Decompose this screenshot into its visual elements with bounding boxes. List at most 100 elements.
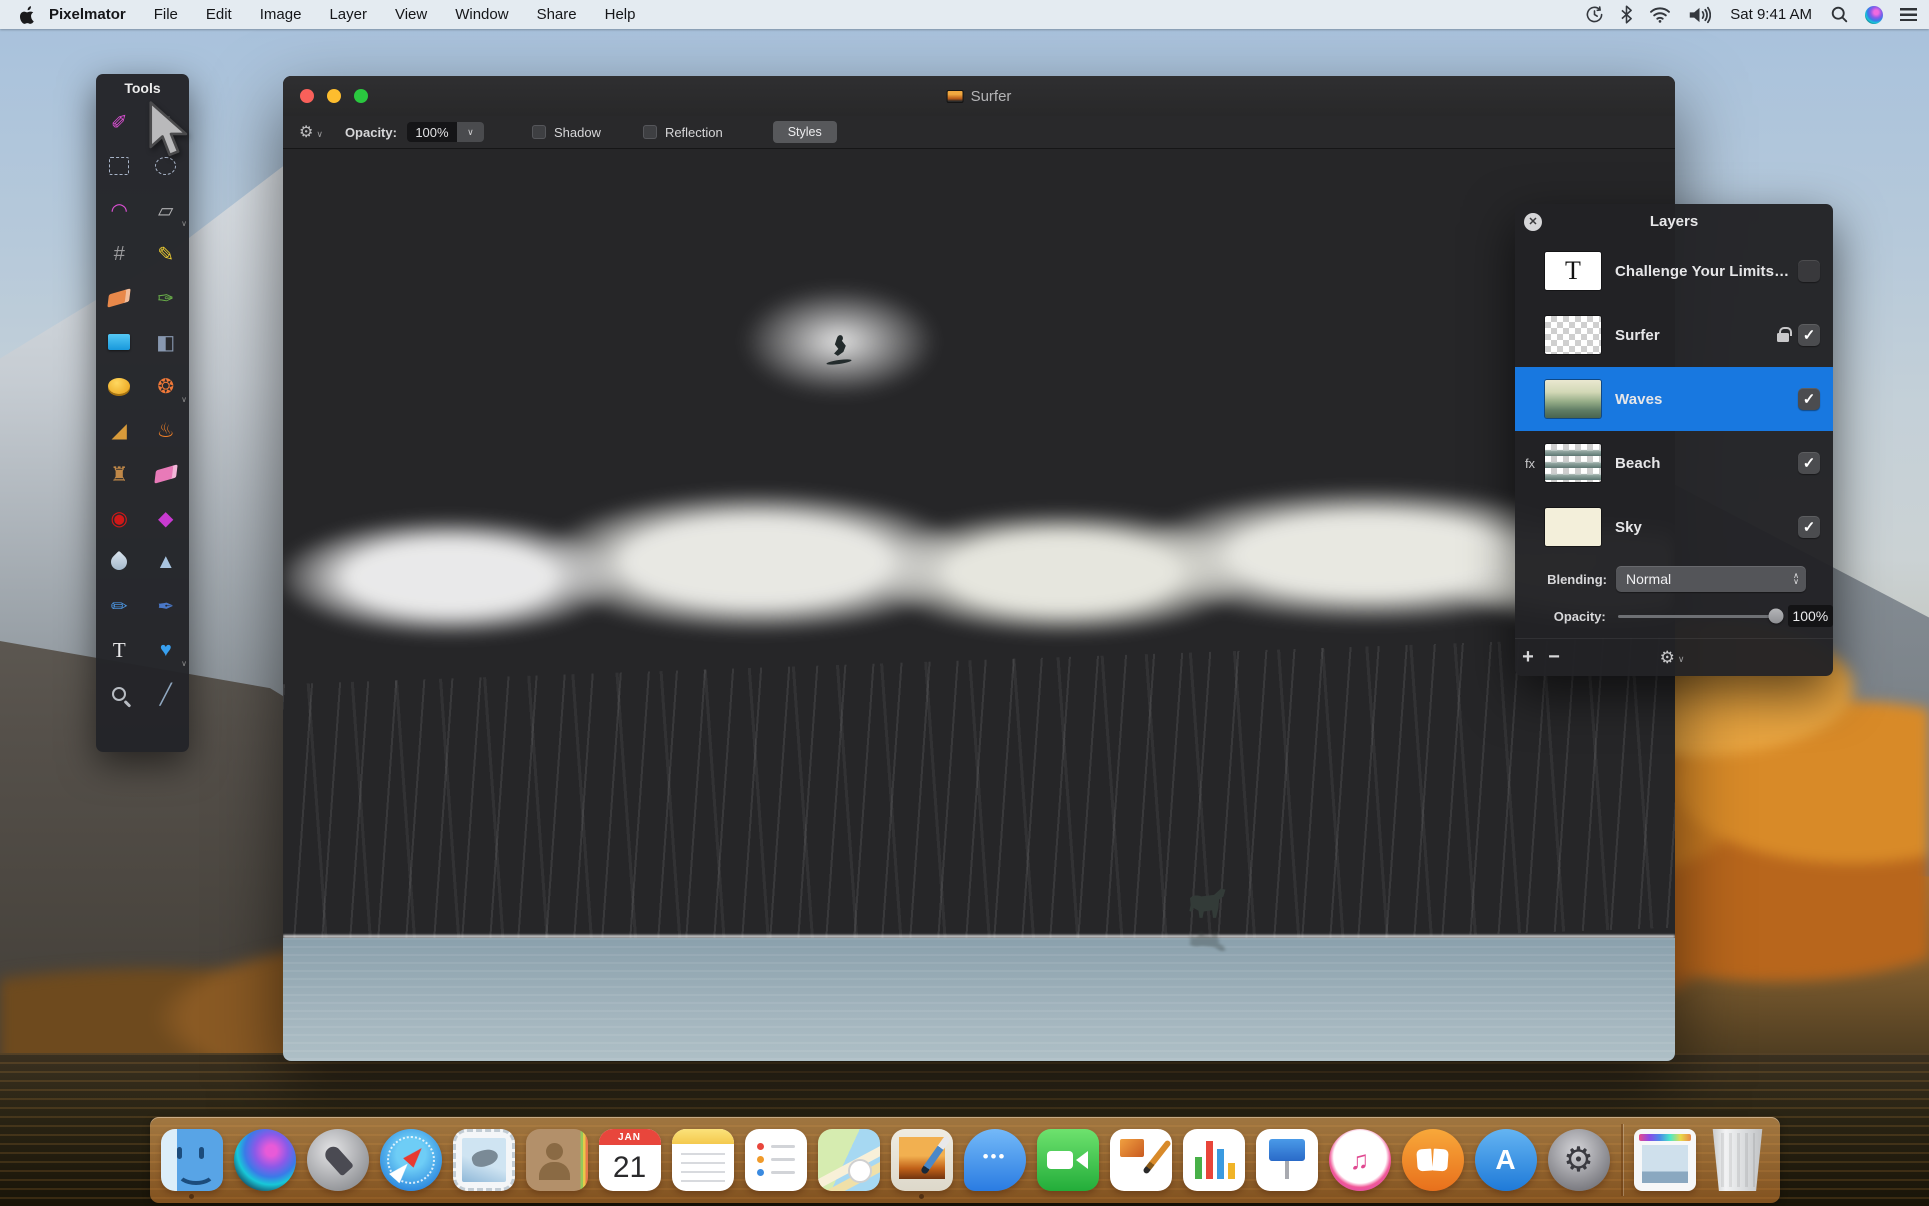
siri-icon[interactable]	[234, 1129, 296, 1191]
facetime-icon-art	[1037, 1129, 1099, 1191]
spotlight-icon[interactable]	[1831, 6, 1848, 23]
layer-row-waves[interactable]: Waves✓	[1515, 367, 1833, 431]
minimize-window-button[interactable]	[327, 89, 341, 103]
tool-zoom-tool[interactable]	[96, 672, 143, 716]
bluetooth-icon[interactable]	[1621, 5, 1632, 24]
layer-row-surfer[interactable]: Surfer✓	[1515, 303, 1833, 367]
finder-icon[interactable]	[161, 1129, 223, 1191]
layer-row-challenge-your-limits[interactable]: TChallenge Your Limits…	[1515, 239, 1833, 303]
zoom-window-button[interactable]	[354, 89, 368, 103]
tool-magic-wand-tool[interactable]: ✐	[96, 100, 143, 144]
ibooks-icon-art	[1402, 1129, 1464, 1191]
tool-dodge-tool[interactable]	[96, 364, 143, 408]
layer-opacity-value[interactable]: 100%	[1788, 605, 1833, 627]
facetime-icon[interactable]	[1037, 1129, 1099, 1191]
menu-bar-clock[interactable]: Sat 9:41 AM	[1730, 6, 1812, 23]
layer-visibility-checkbox[interactable]: ✓	[1798, 324, 1820, 346]
add-layer-button[interactable]: +	[1515, 646, 1541, 669]
tool-chalk-tool[interactable]	[143, 452, 190, 496]
layer-opacity-slider-knob[interactable]	[1768, 609, 1783, 624]
canvas[interactable]	[283, 150, 1675, 1061]
opacity-input[interactable]: 100%	[407, 122, 457, 142]
itunes-icon[interactable]: ♫	[1329, 1129, 1391, 1191]
mail-icon[interactable]	[453, 1129, 515, 1191]
close-window-button[interactable]	[300, 89, 314, 103]
tool-shape-tool[interactable]: ♥∨	[143, 628, 190, 672]
menu-help[interactable]: Help	[591, 6, 650, 23]
menu-image[interactable]: Image	[246, 6, 316, 23]
layers-panel-header[interactable]: ✕ Layers	[1515, 204, 1833, 239]
contacts-icon[interactable]	[526, 1129, 588, 1191]
layer-opacity-slider[interactable]	[1618, 615, 1776, 618]
pixelmator-icon[interactable]	[891, 1129, 953, 1191]
layer-visibility-checkbox[interactable]: ✓	[1798, 388, 1820, 410]
appstore-icon-art: A	[1475, 1129, 1537, 1191]
tool-red-eye-tool[interactable]: ◉	[96, 496, 143, 540]
tool-paintbrush-tool[interactable]: ✑	[143, 276, 190, 320]
menu-layer[interactable]: Layer	[315, 6, 381, 23]
notification-center-icon[interactable]	[1900, 8, 1917, 21]
pages-icon[interactable]	[1110, 1129, 1172, 1191]
layers-close-icon[interactable]: ✕	[1524, 213, 1542, 231]
menu-edit[interactable]: Edit	[192, 6, 246, 23]
volume-icon[interactable]	[1688, 6, 1711, 24]
appstore-icon[interactable]: A	[1475, 1129, 1537, 1191]
menu-window[interactable]: Window	[441, 6, 522, 23]
window-title-bar[interactable]: Surfer	[283, 76, 1675, 116]
maps-icon[interactable]	[818, 1129, 880, 1191]
shadow-checkbox[interactable]	[532, 125, 546, 139]
tool-rect-marquee-tool[interactable]	[96, 144, 143, 188]
notes-icon[interactable]	[672, 1129, 734, 1191]
trash-icon[interactable]	[1707, 1129, 1769, 1191]
tool-pencil-tool[interactable]: ✏	[96, 584, 143, 628]
styles-button[interactable]: Styles	[773, 121, 837, 143]
tool-type-tool[interactable]: T	[96, 628, 143, 672]
tool-burn-tool[interactable]: ♨	[143, 408, 190, 452]
blending-select[interactable]: Normal ∧∨	[1616, 566, 1806, 592]
launchpad-icon[interactable]	[307, 1129, 369, 1191]
remove-layer-button[interactable]: −	[1541, 646, 1567, 669]
menu-view[interactable]: View	[381, 6, 441, 23]
keynote-icon[interactable]	[1256, 1129, 1318, 1191]
layers-panel-title: Layers	[1515, 213, 1833, 230]
toolbar-gear-icon[interactable]: ⚙	[299, 122, 313, 142]
messages-icon[interactable]: •••	[964, 1129, 1026, 1191]
calendar-icon[interactable]: JAN21	[599, 1129, 661, 1191]
wifi-icon[interactable]	[1649, 6, 1671, 23]
menu-file[interactable]: File	[140, 6, 192, 23]
layer-row-sky[interactable]: Sky✓	[1515, 495, 1833, 559]
reflection-checkbox[interactable]	[643, 125, 657, 139]
menu-share[interactable]: Share	[523, 6, 591, 23]
sysprefs-icon[interactable]: ⚙	[1548, 1129, 1610, 1191]
tool-fill-tool[interactable]	[96, 320, 143, 364]
apple-menu[interactable]	[20, 6, 35, 24]
numbers-icon[interactable]	[1183, 1129, 1245, 1191]
safari-icon[interactable]	[380, 1129, 442, 1191]
layers-gear-icon[interactable]: ⚙∨	[1660, 648, 1685, 668]
downloads-stack-icon[interactable]	[1634, 1129, 1696, 1191]
layer-row-beach[interactable]: fxBeach✓	[1515, 431, 1833, 495]
tool-warp-tool[interactable]: ▲	[143, 540, 190, 584]
tool-color-adjust-tool[interactable]: ❂∨	[143, 364, 190, 408]
tool-lasso-tool[interactable]: ◠	[96, 188, 143, 232]
app-menu-pixelmator[interactable]: Pixelmator	[49, 6, 126, 23]
tool-sharpen-tool[interactable]: ◆	[143, 496, 190, 540]
time-machine-icon[interactable]	[1585, 5, 1604, 24]
tool-eyedropper-tool[interactable]: ╱	[143, 672, 190, 716]
layer-visibility-checkbox[interactable]: ✓	[1798, 516, 1820, 538]
tool-pen-tool[interactable]: ✒	[143, 584, 190, 628]
tool-eraser-tool[interactable]	[96, 276, 143, 320]
ibooks-icon[interactable]	[1402, 1129, 1464, 1191]
tool-clone-stamp-tool[interactable]: ♜	[96, 452, 143, 496]
tool-polygonal-lasso-tool[interactable]: ▱∨	[143, 188, 190, 232]
tool-smudge-tool[interactable]: ◢	[96, 408, 143, 452]
tool-gradient-tool[interactable]: ◧	[143, 320, 190, 364]
layer-visibility-checkbox[interactable]: ✓	[1798, 452, 1820, 474]
siri-icon[interactable]	[1865, 6, 1883, 24]
opacity-stepper[interactable]: ∨	[457, 122, 484, 142]
tool-crop-tool[interactable]: #	[96, 232, 143, 276]
tool-blur-tool[interactable]	[96, 540, 143, 584]
tool-slice-tool[interactable]: ✎	[143, 232, 190, 276]
reminders-icon[interactable]	[745, 1129, 807, 1191]
layer-visibility-checkbox[interactable]	[1798, 260, 1820, 282]
